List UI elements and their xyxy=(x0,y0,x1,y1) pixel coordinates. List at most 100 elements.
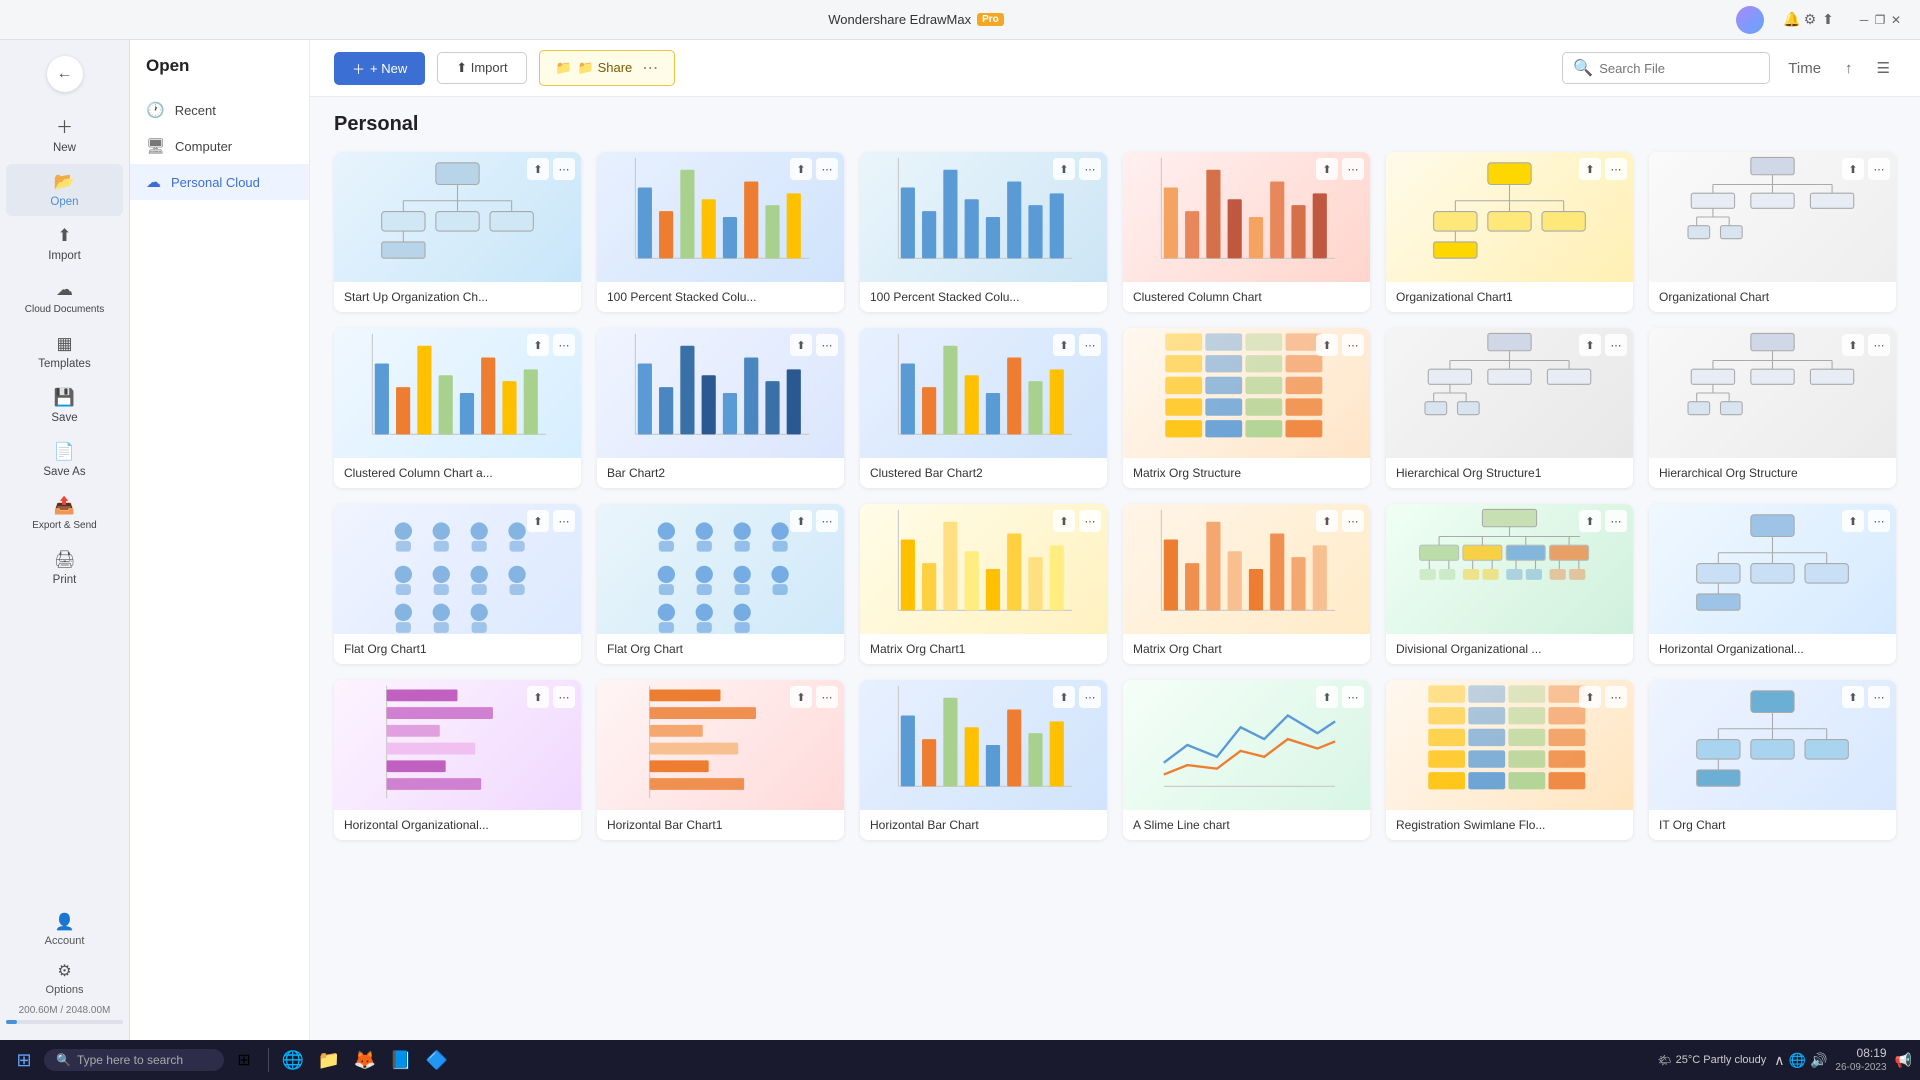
card-item[interactable]: ⬆ ⋯ Matrix Org Chart1 xyxy=(860,504,1107,664)
card-share-icon[interactable]: ⬆ xyxy=(790,510,812,532)
card-share-icon[interactable]: ⬆ xyxy=(1579,158,1601,180)
card-more-icon[interactable]: ⋯ xyxy=(1079,158,1101,180)
card-share-icon[interactable]: ⬆ xyxy=(1316,334,1338,356)
card-share-icon[interactable]: ⬆ xyxy=(1842,334,1864,356)
card-item[interactable]: ⬆ ⋯ Horizontal Bar Chart1 xyxy=(597,680,844,840)
start-button[interactable]: ⊞ xyxy=(8,1044,40,1076)
card-item[interactable]: ⬆ ⋯ IT Org Chart xyxy=(1649,680,1896,840)
card-item[interactable]: ⬆ ⋯ 100 Percent Stacked Colu... xyxy=(597,152,844,312)
back-button[interactable]: ← xyxy=(47,56,83,92)
search-box[interactable]: 🔍 xyxy=(1562,52,1770,84)
nav-item-recent[interactable]: 🕐 Recent xyxy=(130,92,309,128)
card-share-icon[interactable]: ⬆ xyxy=(1316,158,1338,180)
card-more-icon[interactable]: ⋯ xyxy=(1868,510,1890,532)
card-share-icon[interactable]: ⬆ xyxy=(1842,158,1864,180)
card-more-icon[interactable]: ⋯ xyxy=(553,158,575,180)
share-kebab-icon[interactable]: ⋯ xyxy=(642,58,658,78)
notification-icon[interactable]: 🔔 xyxy=(1784,12,1800,28)
card-item[interactable]: ⬆ ⋯ Matrix Org Chart xyxy=(1123,504,1370,664)
tray-expand-icon[interactable]: ∧ xyxy=(1774,1052,1784,1069)
card-more-icon[interactable]: ⋯ xyxy=(816,686,838,708)
notification-center-icon[interactable]: 📢 xyxy=(1895,1052,1912,1069)
card-item[interactable]: ⬆ ⋯ A Slime Line chart xyxy=(1123,680,1370,840)
restore-button[interactable]: ❐ xyxy=(1872,12,1888,28)
card-more-icon[interactable]: ⋯ xyxy=(1342,334,1364,356)
card-more-icon[interactable]: ⋯ xyxy=(816,334,838,356)
card-more-icon[interactable]: ⋯ xyxy=(816,510,838,532)
card-share-icon[interactable]: ⬆ xyxy=(1579,510,1601,532)
card-more-icon[interactable]: ⋯ xyxy=(1079,686,1101,708)
card-more-icon[interactable]: ⋯ xyxy=(1868,334,1890,356)
card-more-icon[interactable]: ⋯ xyxy=(1605,334,1627,356)
card-item[interactable]: ⬆ ⋯ Hierarchical Org Structure xyxy=(1649,328,1896,488)
sidebar-item-print[interactable]: 🖨 Print xyxy=(6,542,123,594)
card-share-icon[interactable]: ⬆ xyxy=(1842,686,1864,708)
card-share-icon[interactable]: ⬆ xyxy=(1053,158,1075,180)
card-share-icon[interactable]: ⬆ xyxy=(527,510,549,532)
taskbar-folder-icon[interactable]: 📁 xyxy=(313,1044,345,1076)
grid-container[interactable]: ⬆ ⋯ Start Up Organization Ch... ⬆ ⋯ 100 … xyxy=(310,144,1920,1040)
card-item[interactable]: ⬆ ⋯ Divisional Organizational ... xyxy=(1386,504,1633,664)
card-more-icon[interactable]: ⋯ xyxy=(1868,158,1890,180)
sidebar-item-cloud[interactable]: ☁ Cloud Documents xyxy=(6,272,123,324)
card-more-icon[interactable]: ⋯ xyxy=(1605,510,1627,532)
card-share-icon[interactable]: ⬆ xyxy=(1053,510,1075,532)
share-icon[interactable]: ⬆ xyxy=(1820,12,1836,28)
card-share-icon[interactable]: ⬆ xyxy=(1842,510,1864,532)
sort-direction-icon[interactable]: ↑ xyxy=(1839,56,1859,81)
card-item[interactable]: ⬆ ⋯ Horizontal Organizational... xyxy=(1649,504,1896,664)
card-share-icon[interactable]: ⬆ xyxy=(1053,334,1075,356)
card-item[interactable]: ⬆ ⋯ Clustered Column Chart a... xyxy=(334,328,581,488)
sidebar-item-import[interactable]: ⬆ Import xyxy=(6,218,123,270)
card-more-icon[interactable]: ⋯ xyxy=(816,158,838,180)
share-button[interactable]: 📁 📁 Share ⋯ xyxy=(539,50,676,86)
sidebar-item-save[interactable]: 💾 Save xyxy=(6,380,123,432)
sidebar-item-new[interactable]: ＋ New xyxy=(6,105,123,162)
card-item[interactable]: ⬆ ⋯ 100 Percent Stacked Colu... xyxy=(860,152,1107,312)
search-input[interactable] xyxy=(1599,61,1759,76)
taskbar-firefox-icon[interactable]: 🦊 xyxy=(349,1044,381,1076)
import-button[interactable]: ⬆ Import xyxy=(437,52,526,84)
card-more-icon[interactable]: ⋯ xyxy=(1868,686,1890,708)
card-share-icon[interactable]: ⬆ xyxy=(1053,686,1075,708)
card-item[interactable]: ⬆ ⋯ Horizontal Bar Chart xyxy=(860,680,1107,840)
taskbar-edraw-icon[interactable]: 🔷 xyxy=(421,1044,453,1076)
avatar[interactable] xyxy=(1736,6,1764,34)
card-share-icon[interactable]: ⬆ xyxy=(527,158,549,180)
sidebar-item-export[interactable]: 📤 Export & Send xyxy=(6,488,123,540)
network-icon[interactable]: 🌐 xyxy=(1789,1052,1806,1069)
card-item[interactable]: ⬆ ⋯ Flat Org Chart xyxy=(597,504,844,664)
card-share-icon[interactable]: ⬆ xyxy=(1579,686,1601,708)
card-share-icon[interactable]: ⬆ xyxy=(790,334,812,356)
card-item[interactable]: ⬆ ⋯ Organizational Chart xyxy=(1649,152,1896,312)
sort-time-label[interactable]: Time xyxy=(1782,56,1827,81)
card-more-icon[interactable]: ⋯ xyxy=(1605,158,1627,180)
taskbar-search[interactable]: 🔍 Type here to search xyxy=(44,1049,224,1071)
card-share-icon[interactable]: ⬆ xyxy=(1316,686,1338,708)
card-more-icon[interactable]: ⋯ xyxy=(1079,510,1101,532)
card-item[interactable]: ⬆ ⋯ Registration Swimlane Flo... xyxy=(1386,680,1633,840)
sidebar-item-options[interactable]: ⚙ Options xyxy=(6,954,123,1003)
minimize-button[interactable]: ─ xyxy=(1856,12,1872,28)
close-button[interactable]: ✕ xyxy=(1888,12,1904,28)
volume-icon[interactable]: 🔊 xyxy=(1810,1052,1827,1069)
card-more-icon[interactable]: ⋯ xyxy=(1605,686,1627,708)
card-share-icon[interactable]: ⬆ xyxy=(790,158,812,180)
view-toggle-icon[interactable]: ☰ xyxy=(1871,55,1896,81)
card-more-icon[interactable]: ⋯ xyxy=(1342,510,1364,532)
settings-icon[interactable]: ⚙ xyxy=(1802,12,1818,28)
taskbar-browser-icon[interactable]: 🌐 xyxy=(277,1044,309,1076)
nav-item-computer[interactable]: 🖥 Computer xyxy=(130,128,309,164)
sidebar-item-templates[interactable]: ▦ Templates xyxy=(6,326,123,378)
card-share-icon[interactable]: ⬆ xyxy=(1579,334,1601,356)
card-more-icon[interactable]: ⋯ xyxy=(1342,158,1364,180)
card-item[interactable]: ⬆ ⋯ Matrix Org Structure xyxy=(1123,328,1370,488)
card-item[interactable]: ⬆ ⋯ Clustered Column Chart xyxy=(1123,152,1370,312)
sidebar-item-open[interactable]: 📂 Open xyxy=(6,164,123,216)
card-share-icon[interactable]: ⬆ xyxy=(1316,510,1338,532)
card-item[interactable]: ⬆ ⋯ Bar Chart2 xyxy=(597,328,844,488)
card-more-icon[interactable]: ⋯ xyxy=(553,686,575,708)
card-item[interactable]: ⬆ ⋯ Organizational Chart1 xyxy=(1386,152,1633,312)
sidebar-item-saveas[interactable]: 📄 Save As xyxy=(6,434,123,486)
taskbar-word-icon[interactable]: 📘 xyxy=(385,1044,417,1076)
